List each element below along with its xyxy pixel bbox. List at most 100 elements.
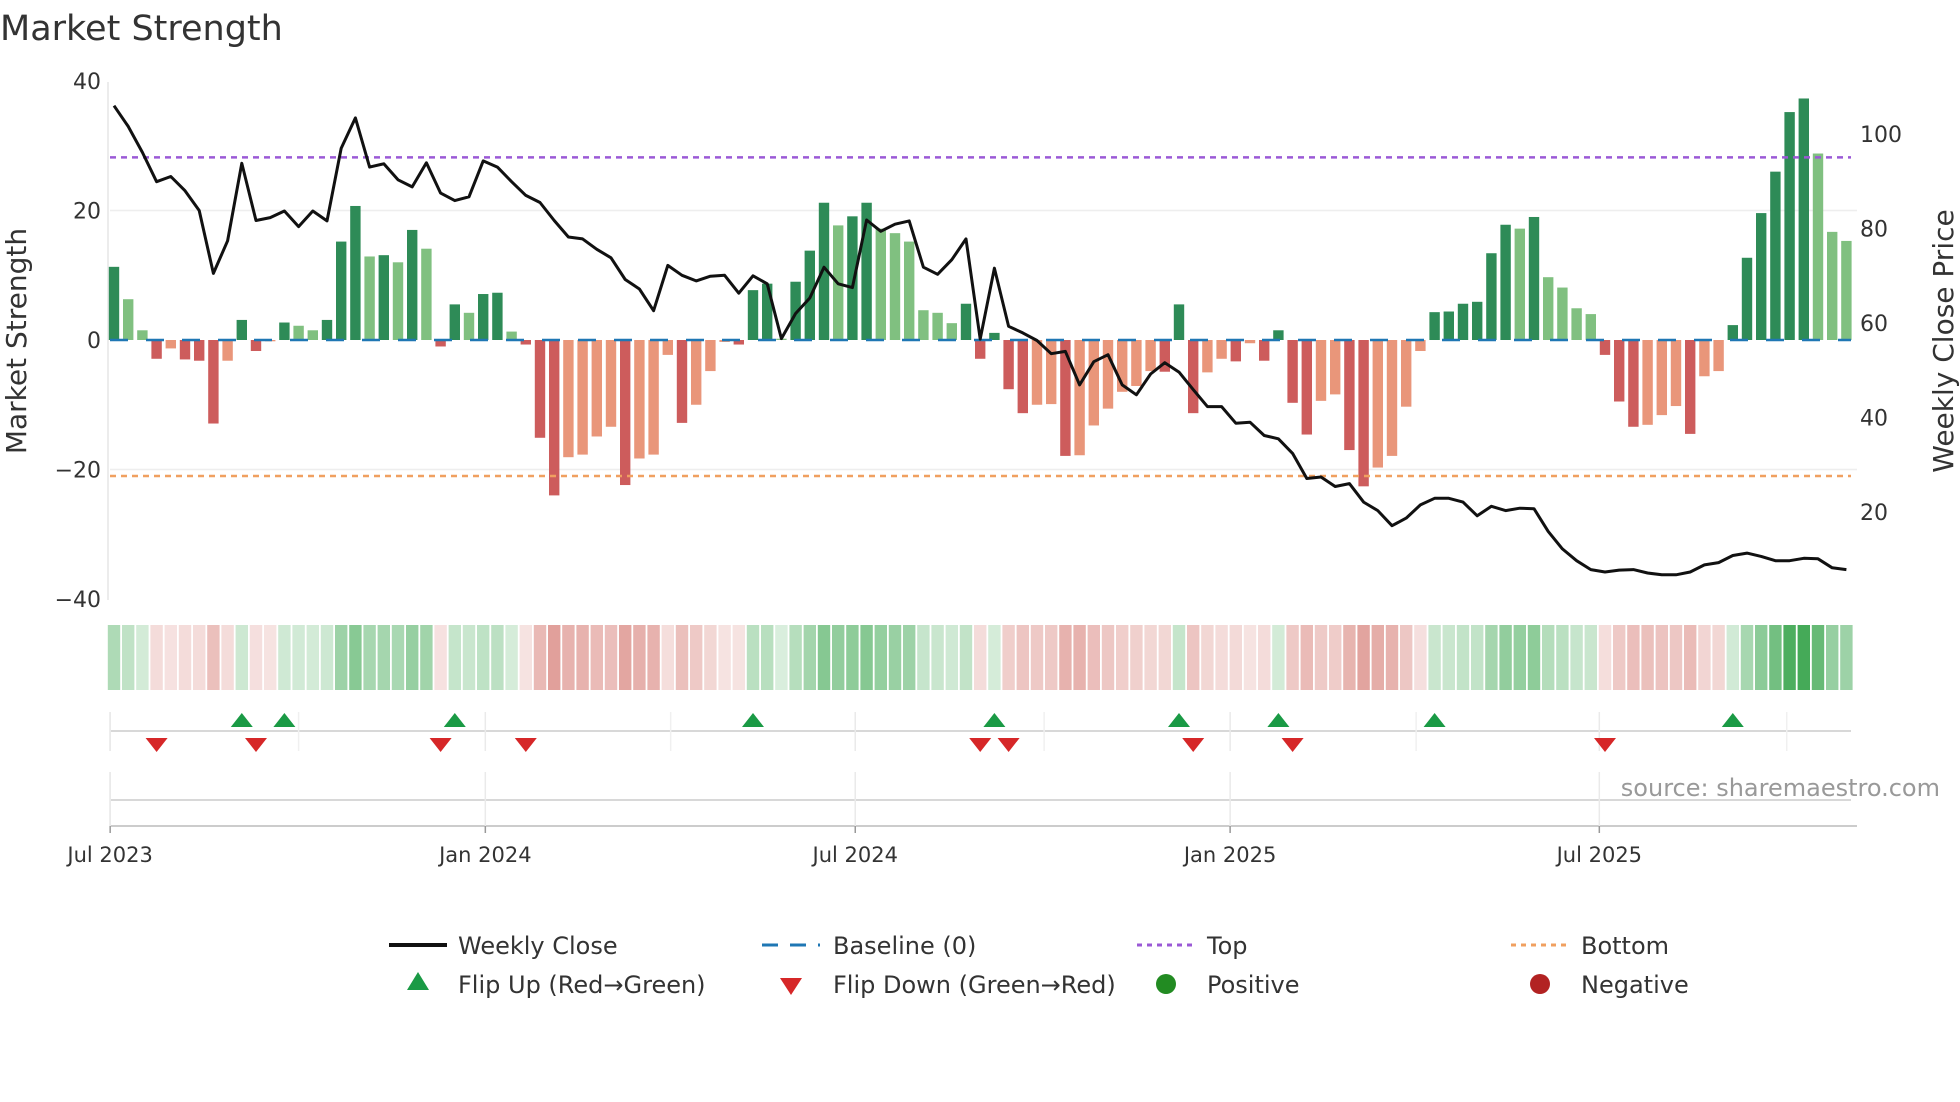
strength-bar [1358, 340, 1369, 487]
heatmap-cell [1343, 625, 1356, 690]
heatmap-cell [945, 625, 958, 690]
heatmap-cell [1840, 625, 1853, 690]
strength-bar [591, 340, 602, 437]
heatmap-cell [988, 625, 1001, 690]
heatmap-cell [619, 625, 632, 690]
chart-title: Market Strength [0, 9, 283, 49]
flip-up-marker [983, 713, 1006, 727]
heatmap-cell [420, 625, 433, 690]
strength-bar [1628, 340, 1639, 427]
strength-bar [321, 319, 333, 340]
heatmap-cell [1755, 625, 1768, 690]
heatmap-cell [1130, 625, 1143, 690]
flip-down-marker [145, 738, 168, 752]
heatmap-cell [576, 625, 589, 690]
flip-up-icon [407, 972, 429, 990]
strength-bar [194, 340, 205, 361]
strength-bar [1500, 224, 1511, 340]
flip-down-marker [1182, 738, 1205, 752]
source-label: source: sharemaestro.com [1621, 774, 1940, 802]
heatmap-cell [803, 625, 816, 690]
heatmap-cell [1144, 625, 1157, 690]
heatmap-cell [775, 625, 788, 690]
heatmap-cell [107, 625, 121, 690]
heatmap-cell [974, 625, 987, 690]
y-tick-label: 20 [73, 200, 101, 225]
heatmap-cell [1286, 625, 1299, 690]
heatmap-cell [1187, 625, 1200, 690]
flip-down-icon [780, 978, 802, 995]
strength-bar [932, 312, 943, 340]
strength-bar [1614, 340, 1625, 402]
flip-down-marker [514, 738, 537, 752]
strength-bar [1784, 112, 1795, 340]
x-tick-label: Jul 2024 [811, 843, 898, 867]
flip-down-marker [997, 738, 1020, 752]
legend-flip-up: Flip Up (Red→Green) [458, 971, 706, 999]
flip-down-marker [429, 738, 452, 752]
heatmap-cell [1300, 625, 1313, 690]
strength-bar [549, 340, 560, 496]
heatmap-cell [477, 625, 490, 690]
heatmap-cell [1811, 625, 1825, 690]
heatmap-cell [1826, 625, 1839, 690]
heatmap-cell [761, 625, 774, 690]
strength-bar [1202, 340, 1213, 373]
heatmap-cell [832, 625, 845, 690]
heatmap-cell [1329, 625, 1342, 690]
strength-bar [1131, 340, 1142, 386]
heatmap-cell [406, 625, 419, 690]
legend-weekly-close: Weekly Close [458, 932, 618, 960]
heatmap-cell [1556, 625, 1569, 690]
strength-bar [1287, 340, 1298, 403]
strength-bar [1457, 303, 1469, 340]
y-axis-label: Market Strength [0, 228, 33, 454]
heatmap-cell [1570, 625, 1583, 690]
strength-bar [1230, 340, 1241, 362]
strength-bar [1727, 325, 1738, 340]
heatmap-cell [491, 625, 504, 690]
heatmap-cell [1584, 625, 1597, 690]
strength-bar [1415, 340, 1426, 352]
heatmap-cell [675, 625, 689, 690]
heatmap-cell [1414, 625, 1427, 690]
strength-bar [1372, 340, 1383, 468]
heatmap-cell [633, 625, 646, 690]
heatmap-cell [434, 625, 447, 690]
strength-bar [605, 340, 617, 427]
heatmap-cell [1087, 625, 1100, 690]
heatmap-cell [732, 625, 745, 690]
heatmap-cell [264, 625, 277, 690]
heatmap-cell [604, 625, 618, 690]
strength-bar [1756, 213, 1767, 340]
heatmap-cell [903, 625, 916, 690]
heatmap-cell [860, 625, 873, 690]
strength-bar [208, 340, 219, 424]
heatmap-cell [278, 625, 291, 690]
strength-bar [1173, 304, 1185, 340]
heatmap-cell [320, 625, 334, 690]
positive-dot-icon [1156, 974, 1176, 994]
strength-bar [1145, 340, 1156, 372]
heatmap-cell [1229, 625, 1242, 690]
strength-bar [1713, 340, 1724, 372]
strength-bar [1514, 228, 1525, 340]
strength-bar [407, 229, 418, 340]
y-tick-label: −20 [55, 459, 101, 484]
negative-dot-icon [1530, 974, 1550, 994]
heatmap-cell [292, 625, 305, 690]
heatmap-cell [1471, 625, 1484, 690]
strength-bar [307, 330, 318, 340]
x-tick-label: Jul 2023 [65, 843, 152, 867]
y2-axis-label: Weekly Close Price [1927, 209, 1960, 472]
strength-bar [421, 248, 432, 340]
strength-bar [634, 340, 645, 459]
strength-bar [250, 340, 262, 352]
strength-bar [1685, 340, 1696, 434]
heatmap-cell [1442, 625, 1455, 690]
strength-bar [222, 340, 233, 361]
heatmap-cell [1513, 625, 1526, 690]
market-strength-chart: Market Strength Market Strength Weekly C… [0, 9, 1960, 999]
legend: Weekly Close Baseline (0) Top Bottom Fli… [389, 932, 1689, 999]
strength-bar [1841, 240, 1852, 340]
